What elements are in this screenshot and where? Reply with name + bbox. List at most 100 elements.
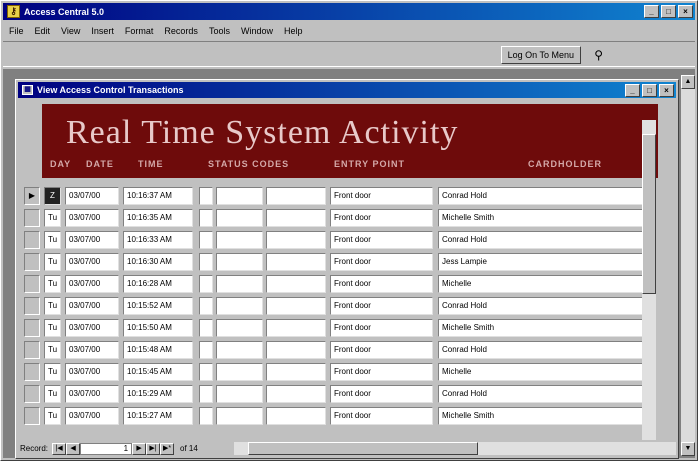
cell-date[interactable]: 03/07/00	[65, 319, 119, 337]
cell-cardholder[interactable]: Michelle Smith	[438, 209, 656, 227]
cell-status-code-2[interactable]	[266, 319, 326, 337]
horizontal-scroll-thumb[interactable]	[247, 442, 478, 455]
cell-cardholder[interactable]: Conrad Hold	[438, 187, 656, 205]
cell-status-code-2[interactable]	[266, 209, 326, 227]
cell-status-code-1[interactable]	[216, 341, 263, 359]
cell-time[interactable]: 10:15:52 AM	[123, 297, 193, 315]
cell-date[interactable]: 03/07/00	[65, 275, 119, 293]
cell-status-code-1[interactable]	[216, 319, 263, 337]
cell-status-code-1[interactable]	[216, 253, 263, 271]
next-record-button[interactable]: ▶	[132, 442, 147, 455]
cell-day[interactable]: Tu	[44, 297, 61, 315]
cell-time[interactable]: 10:15:29 AM	[123, 385, 193, 403]
table-row[interactable]: Tu 03/07/00 10:15:50 AM Front door Michelle …	[20, 318, 658, 340]
cell-cardholder[interactable]: Conrad Hold	[438, 341, 656, 359]
cell-status-code-1[interactable]	[216, 275, 263, 293]
table-row[interactable]: Tu 03/07/00 10:15:52 AM Front door Conrad Ho…	[20, 296, 658, 318]
cell-cardholder[interactable]: Michelle	[438, 363, 656, 381]
record-selector[interactable]	[24, 363, 40, 381]
record-selector[interactable]	[24, 319, 40, 337]
cell-status-checkbox[interactable]	[199, 275, 213, 293]
cell-cardholder[interactable]: Michelle Smith	[438, 319, 656, 337]
cell-day[interactable]: Tu	[44, 341, 61, 359]
close-button[interactable]: ×	[678, 5, 693, 18]
current-record-arrow-icon[interactable]: ▶	[24, 187, 40, 205]
table-row[interactable]: Tu 03/07/00 10:15:45 AM Front door Michelle	[20, 362, 658, 384]
cell-time[interactable]: 10:15:48 AM	[123, 341, 193, 359]
cell-status-code-2[interactable]	[266, 341, 326, 359]
cell-time[interactable]: 10:16:33 AM	[123, 231, 193, 249]
menu-help[interactable]: Help	[284, 26, 303, 36]
cell-status-code-1[interactable]	[216, 297, 263, 315]
menu-records[interactable]: Records	[164, 26, 198, 36]
last-record-button[interactable]: ▶|	[146, 442, 161, 455]
cell-date[interactable]: 03/07/00	[65, 363, 119, 381]
cell-status-checkbox[interactable]	[199, 385, 213, 403]
cell-time[interactable]: 10:15:27 AM	[123, 407, 193, 425]
cell-entry-point[interactable]: Front door	[330, 297, 433, 315]
app-titlebar[interactable]: ⚷ Access Central 5.0 _ □ ×	[3, 3, 695, 20]
outer-vertical-scrollbar[interactable]: ▲ ▼	[681, 75, 695, 456]
cell-day[interactable]: Tu	[44, 275, 61, 293]
scroll-thumb[interactable]	[642, 134, 656, 294]
cell-date[interactable]: 03/07/00	[65, 231, 119, 249]
table-row[interactable]: Tu 03/07/00 10:16:28 AM Front door Michelle	[20, 274, 658, 296]
minimize-button[interactable]: _	[644, 5, 659, 18]
cell-status-code-2[interactable]	[266, 187, 326, 205]
menu-format[interactable]: Format	[125, 26, 154, 36]
menu-edit[interactable]: Edit	[35, 26, 51, 36]
cell-status-code-1[interactable]	[216, 231, 263, 249]
cell-status-code-2[interactable]	[266, 253, 326, 271]
cell-time[interactable]: 10:16:28 AM	[123, 275, 193, 293]
menu-file[interactable]: File	[9, 26, 24, 36]
cell-time[interactable]: 10:16:35 AM	[123, 209, 193, 227]
child-maximize-button[interactable]: □	[642, 84, 657, 97]
form-vertical-scrollbar[interactable]	[642, 120, 656, 440]
cell-status-code-2[interactable]	[266, 385, 326, 403]
table-row[interactable]: Tu 03/07/00 10:16:35 AM Front door Michelle …	[20, 208, 658, 230]
cell-entry-point[interactable]: Front door	[330, 209, 433, 227]
cell-status-checkbox[interactable]	[199, 253, 213, 271]
cell-day[interactable]: Tu	[44, 385, 61, 403]
child-close-button[interactable]: ×	[659, 84, 674, 97]
table-row[interactable]: Tu 03/07/00 10:15:27 AM Front door Michelle …	[20, 406, 658, 428]
cell-date[interactable]: 03/07/00	[65, 209, 119, 227]
record-selector[interactable]	[24, 209, 40, 227]
scroll-down-arrow-icon[interactable]: ▼	[681, 442, 695, 456]
scroll-up-arrow-icon[interactable]: ▲	[681, 75, 695, 89]
record-selector[interactable]	[24, 253, 40, 271]
table-row[interactable]: Tu 03/07/00 10:16:30 AM Front door Jess Lamp…	[20, 252, 658, 274]
menu-window[interactable]: Window	[241, 26, 273, 36]
cell-day[interactable]: Tu	[44, 231, 61, 249]
cell-day[interactable]: Tu	[44, 253, 61, 271]
cell-date[interactable]: 03/07/00	[65, 407, 119, 425]
menu-tools[interactable]: Tools	[209, 26, 230, 36]
cell-date[interactable]: 03/07/00	[65, 297, 119, 315]
record-selector[interactable]	[24, 231, 40, 249]
cell-day[interactable]: Tu	[44, 407, 61, 425]
cell-status-code-1[interactable]	[216, 407, 263, 425]
maximize-button[interactable]: □	[661, 5, 676, 18]
record-number-field[interactable]: 1	[80, 442, 133, 455]
cell-status-checkbox[interactable]	[199, 407, 213, 425]
menu-insert[interactable]: Insert	[91, 26, 114, 36]
cell-status-checkbox[interactable]	[199, 297, 213, 315]
cell-status-checkbox[interactable]	[199, 209, 213, 227]
table-row[interactable]: Tu 03/07/00 10:15:48 AM Front door Conrad Ho…	[20, 340, 658, 362]
cell-day[interactable]: Tu	[44, 363, 61, 381]
cell-entry-point[interactable]: Front door	[330, 407, 433, 425]
cell-status-checkbox[interactable]	[199, 341, 213, 359]
cell-status-code-2[interactable]	[266, 363, 326, 381]
cell-day[interactable]: Z	[44, 187, 61, 205]
cell-time[interactable]: 10:15:45 AM	[123, 363, 193, 381]
cell-day[interactable]: Tu	[44, 209, 61, 227]
cell-entry-point[interactable]: Front door	[330, 275, 433, 293]
cell-time[interactable]: 10:16:37 AM	[123, 187, 193, 205]
cell-entry-point[interactable]: Front door	[330, 231, 433, 249]
cell-cardholder[interactable]: Jess Lampie	[438, 253, 656, 271]
cell-entry-point[interactable]: Front door	[330, 341, 433, 359]
record-selector[interactable]	[24, 407, 40, 425]
cell-cardholder[interactable]: Conrad Hold	[438, 385, 656, 403]
cell-date[interactable]: 03/07/00	[65, 253, 119, 271]
cell-status-code-2[interactable]	[266, 275, 326, 293]
